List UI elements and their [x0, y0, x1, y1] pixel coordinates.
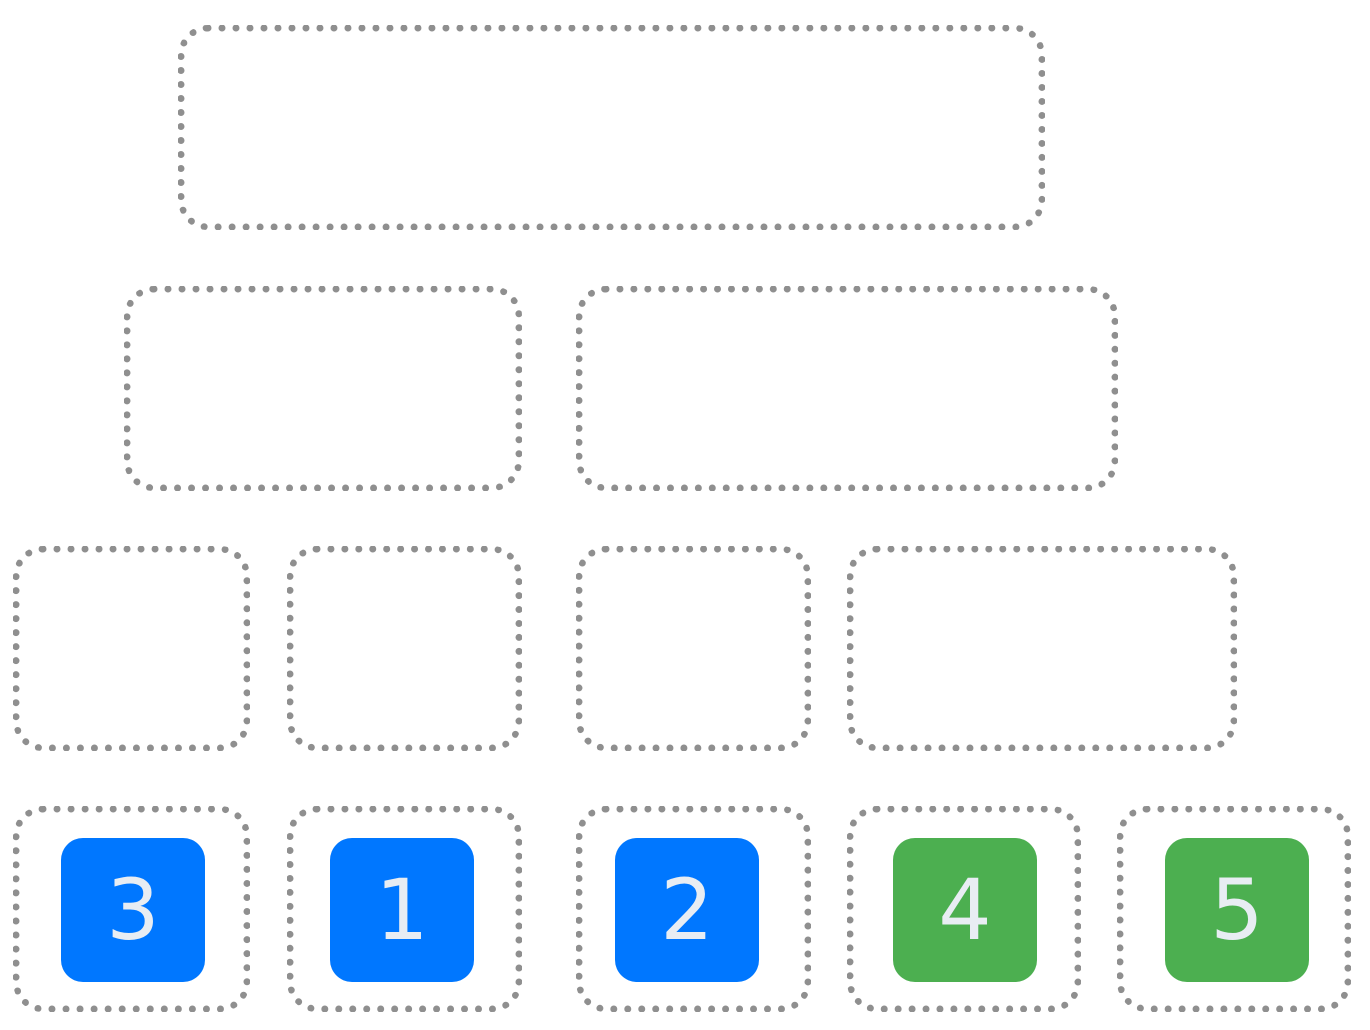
drop-slot-row2-2[interactable]: [576, 286, 1118, 491]
drop-slot-row3-3[interactable]: [576, 546, 811, 751]
drop-slot-row2-1[interactable]: [124, 286, 522, 491]
drop-slot-row1-1[interactable]: [178, 25, 1045, 230]
number-tile-4[interactable]: 4: [893, 838, 1037, 982]
number-tile-2[interactable]: 2: [615, 838, 759, 982]
number-tile-1[interactable]: 1: [330, 838, 474, 982]
number-tile-3[interactable]: 3: [61, 838, 205, 982]
drop-slot-row3-4[interactable]: [847, 546, 1237, 751]
drop-slot-row3-2[interactable]: [287, 546, 522, 751]
drop-slot-row3-1[interactable]: [13, 546, 250, 751]
number-tile-5[interactable]: 5: [1165, 838, 1309, 982]
